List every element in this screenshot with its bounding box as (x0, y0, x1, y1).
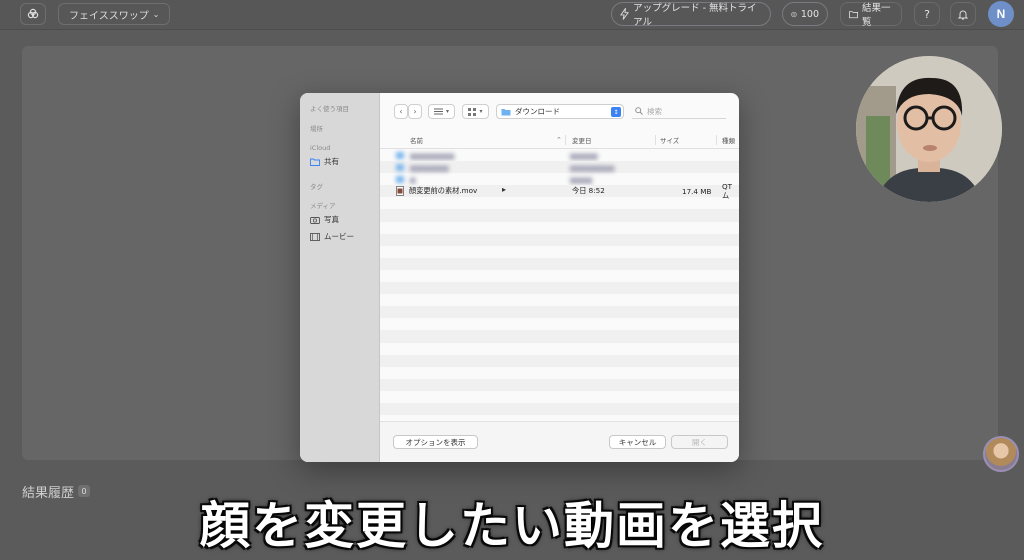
list-item[interactable]: ▆▆▆▆▆▆▆▆ ▆▆▆▆▆ (380, 149, 739, 161)
sidebar-item-shared[interactable]: 共有 (310, 156, 339, 167)
app-name: フェイススワップ (69, 10, 149, 22)
media-heading: メディア (310, 202, 336, 210)
search-field[interactable]: 検索 (632, 104, 726, 119)
credits-count: 100 (800, 8, 819, 20)
lightning-icon (620, 8, 630, 20)
location-label: ダウンロード (515, 107, 560, 116)
upgrade-label: アップグレード - 無料トライアル (633, 3, 757, 28)
file-kind: QT ム (722, 181, 733, 200)
grid-icon (468, 107, 477, 116)
file-size: 17.4 MB (682, 186, 712, 196)
video-subtitle: 顔を変更したい動画を選択 (200, 497, 824, 555)
camera-icon (310, 216, 320, 224)
list-view-button[interactable]: ▾ (428, 104, 455, 119)
file-name: 顔変更前の素材.mov (409, 186, 478, 196)
search-placeholder: 検索 (647, 106, 662, 116)
upgrade-button[interactable]: アップグレード - 無料トライアル (611, 2, 771, 28)
help-icon: ? (924, 7, 930, 21)
face-thumbnail[interactable] (983, 436, 1019, 472)
logo-button[interactable] (20, 3, 46, 25)
chevron-left-icon: ‹ (399, 107, 403, 116)
bell-icon (958, 10, 968, 20)
group-view-button[interactable]: ▾ (462, 104, 489, 119)
video-file-icon (396, 186, 404, 197)
results-list-button[interactable]: 結果一覧 (840, 2, 902, 28)
help-button[interactable]: ? (914, 2, 940, 26)
movies-label: ムービー (324, 232, 354, 241)
cancel-button[interactable]: キャンセル (609, 435, 666, 449)
location-popup[interactable]: ダウンロード ↕ (496, 104, 624, 119)
chevron-right-icon: › (413, 107, 417, 116)
favorites-heading: よく使う項目 (310, 105, 349, 113)
credits-badge[interactable]: 100 (782, 2, 828, 26)
user-avatar[interactable]: N (988, 1, 1014, 27)
photos-label: 写真 (324, 215, 339, 224)
tags-heading: タグ (310, 183, 323, 191)
stepper-icon: ↕ (611, 107, 621, 117)
sort-chevron-icon: ⌃ (556, 136, 562, 144)
logo-icon (27, 8, 39, 19)
search-icon (635, 107, 643, 115)
locations-heading: 場所 (310, 125, 323, 133)
column-header-modified[interactable]: 変更日 (572, 133, 592, 147)
back-button[interactable]: ‹ (394, 104, 408, 119)
downloads-folder-icon (501, 108, 511, 115)
chevron-down-icon: ▾ (479, 108, 483, 115)
dialog-footer: オプションを表示 キャンセル 開く (380, 421, 739, 462)
file-row-selected[interactable]: 顔変更前の素材.mov 今日 8:52 17.4 MB QT ム (380, 181, 739, 200)
notifications-button[interactable] (950, 2, 976, 26)
file-list: ▆▆▆▆▆▆▆▆ ▆▆▆▆▆ ▆▆▆▆▆▆▆ ▆▆▆▆▆▆▆▆ ▆ ▆▆▆▆ 顔… (380, 149, 739, 421)
coin-icon (791, 11, 797, 17)
column-header-size[interactable]: サイズ (660, 133, 679, 147)
open-button[interactable]: 開く (671, 435, 728, 449)
app-selector[interactable]: フェイススワップ ⌄ (58, 3, 171, 25)
dialog-sidebar: よく使う項目 場所 iCloud 共有 タグ メディア 写真 ムービー (300, 93, 380, 462)
mouse-cursor: ▸ (502, 185, 507, 194)
file-modified: 今日 8:52 (572, 186, 605, 196)
icloud-heading: iCloud (310, 144, 331, 152)
folder-icon (849, 10, 858, 18)
shared-label: 共有 (324, 157, 339, 166)
list-item[interactable]: ▆ ▆▆▆▆ (380, 173, 739, 185)
show-options-button[interactable]: オプションを表示 (393, 435, 478, 449)
file-open-dialog: よく使う項目 場所 iCloud 共有 タグ メディア 写真 ムービー ‹ › … (300, 93, 739, 462)
sidebar-item-photos[interactable]: 写真 (310, 214, 339, 225)
shared-folder-icon (310, 158, 320, 166)
forward-button[interactable]: › (408, 104, 422, 119)
column-header-name[interactable]: 名前 (410, 133, 423, 147)
film-icon (310, 232, 320, 241)
presenter-webcam (856, 56, 1002, 202)
chevron-down-icon: ▾ (445, 108, 449, 115)
top-bar: フェイススワップ ⌄ アップグレード - 無料トライアル 100 結果一覧 ? … (0, 0, 1024, 30)
list-view-icon (433, 108, 443, 115)
list-item[interactable]: ▆▆▆▆▆▆▆ ▆▆▆▆▆▆▆▆ (380, 161, 739, 174)
column-header-kind[interactable]: 種類 (722, 133, 735, 147)
results-label: 結果一覧 (861, 3, 891, 28)
sidebar-item-movies[interactable]: ムービー (310, 231, 354, 242)
chevron-down-icon: ⌄ (152, 9, 160, 19)
